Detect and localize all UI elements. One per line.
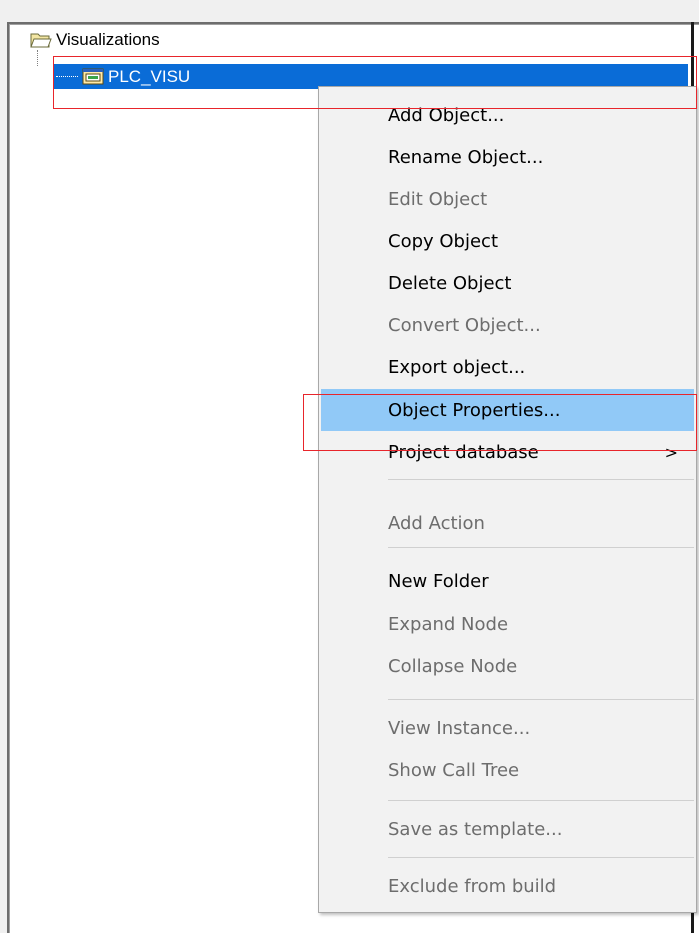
menu-item-exclude-from-build[interactable]: Exclude from build	[321, 865, 694, 907]
menu-item-save-as-template[interactable]: Save as template...	[321, 808, 694, 850]
menu-item-label: Object Properties...	[388, 399, 561, 421]
menu-item-project-database[interactable]: Project database >	[321, 431, 694, 473]
visualization-icon	[82, 68, 104, 86]
menu-separator	[388, 857, 694, 858]
menu-item-label: Add Object...	[388, 104, 505, 126]
menu-item-new-folder[interactable]: New Folder	[321, 560, 694, 602]
menu-separator	[388, 547, 694, 548]
menu-item-delete-object[interactable]: Delete Object	[321, 262, 694, 304]
tree-node-label: PLC_VISU	[108, 66, 191, 86]
menu-item-label: Copy Object	[388, 230, 499, 252]
menu-item-view-instance[interactable]: View Instance...	[321, 707, 694, 749]
tree-connector-dots	[56, 76, 78, 77]
menu-item-label: Collapse Node	[388, 655, 518, 677]
menu-item-export-object[interactable]: Export object...	[321, 346, 694, 388]
menu-item-label: View Instance...	[388, 717, 531, 739]
menu-item-label: Show Call Tree	[388, 759, 520, 781]
menu-item-add-object[interactable]: Add Object...	[321, 94, 694, 136]
menu-item-object-properties[interactable]: Object Properties...	[321, 389, 694, 431]
context-menu: Add Object... Rename Object... Edit Obje…	[318, 86, 697, 913]
menu-item-collapse-node[interactable]: Collapse Node	[321, 645, 694, 687]
menu-item-edit-object[interactable]: Edit Object	[321, 178, 694, 220]
menu-item-convert-object[interactable]: Convert Object...	[321, 304, 694, 346]
menu-item-label: Edit Object	[388, 188, 488, 210]
menu-item-label: Save as template...	[388, 818, 563, 840]
folder-open-icon	[30, 31, 52, 49]
menu-item-label: Rename Object...	[388, 146, 544, 168]
tree-node-label: Visualizations	[56, 30, 160, 49]
menu-item-show-call-tree[interactable]: Show Call Tree	[321, 749, 694, 791]
menu-separator	[388, 800, 694, 801]
menu-item-rename-object[interactable]: Rename Object...	[321, 136, 694, 178]
menu-item-expand-node[interactable]: Expand Node	[321, 603, 694, 645]
menu-item-label: Exclude from build	[388, 875, 557, 897]
menu-separator	[388, 479, 694, 480]
menu-item-label: Expand Node	[388, 613, 509, 635]
menu-item-label: New Folder	[388, 570, 489, 592]
menu-item-add-action[interactable]: Add Action	[321, 502, 694, 544]
menu-item-label: Project database	[388, 441, 539, 463]
chevron-right-icon: >	[664, 442, 678, 462]
menu-separator	[388, 699, 694, 700]
tree-node-visualizations[interactable]: Visualizations	[30, 30, 160, 50]
menu-item-label: Export object...	[388, 356, 526, 378]
menu-item-label: Add Action	[388, 512, 485, 534]
menu-item-copy-object[interactable]: Copy Object	[321, 220, 694, 262]
menu-item-label: Delete Object	[388, 272, 512, 294]
tree-connector-line	[37, 50, 38, 66]
menu-item-label: Convert Object...	[388, 314, 541, 336]
